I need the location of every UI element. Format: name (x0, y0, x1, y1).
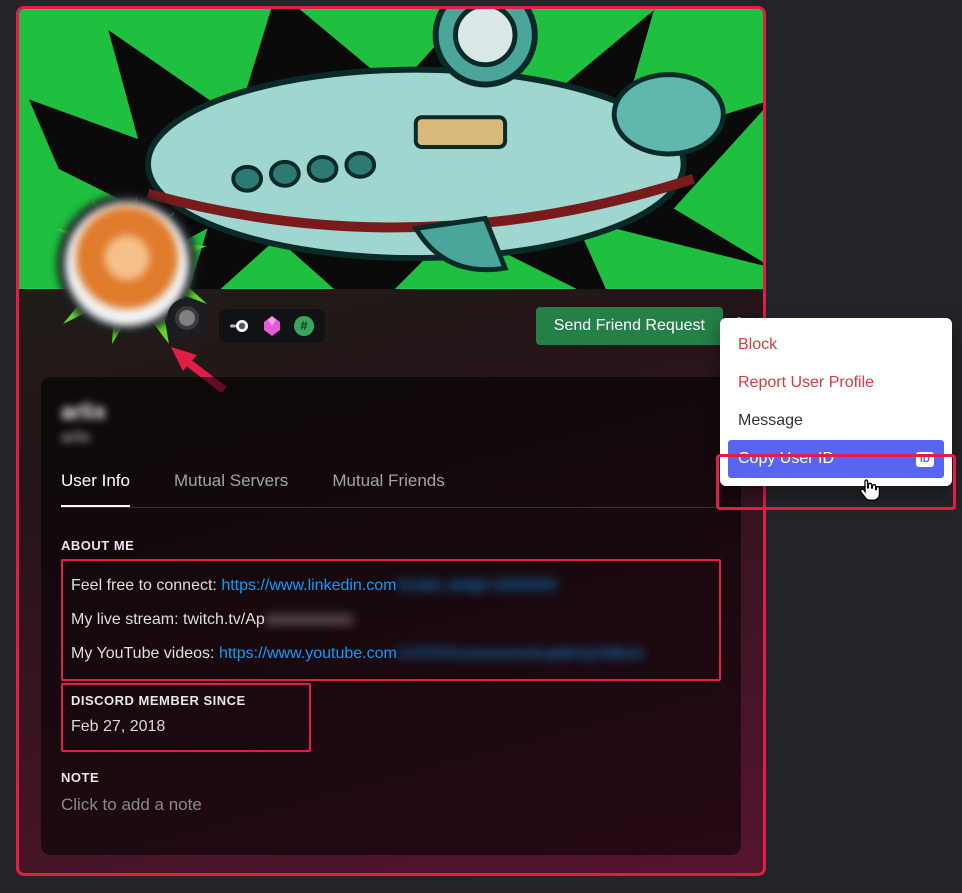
ctx-copy-user-id[interactable]: Copy User ID ID (728, 440, 944, 478)
about-line-youtube: My YouTube videos: https://www.youtube.c… (71, 645, 711, 663)
profile-tabs: User Info Mutual Servers Mutual Friends (61, 471, 721, 508)
about-me-section: Feel free to connect: https://www.linked… (61, 559, 721, 681)
ctx-block[interactable]: Block (728, 326, 944, 364)
profile-card: # Send Friend Request arlix arlix User I… (16, 6, 766, 876)
nitro-badge-icon (229, 315, 251, 337)
profile-body: arlix arlix User Info Mutual Servers Mut… (41, 377, 741, 855)
profile-badges: # (219, 309, 325, 343)
avatar-container (57, 194, 207, 344)
about-link-youtube[interactable]: https://www.youtube.com/c/XXXXxxxxxxxxxA… (219, 645, 644, 662)
status-indicator (167, 298, 207, 338)
ctx-report-user-profile[interactable]: Report User Profile (728, 364, 944, 402)
svg-text:#: # (300, 318, 308, 333)
about-line-twitch: My live stream: twitch.tv/Apxxxxxxxxxxx (71, 611, 711, 629)
boost-badge-icon (261, 315, 283, 337)
about-line-linkedin: Feel free to connect: https://www.linked… (71, 577, 711, 595)
tab-mutual-servers[interactable]: Mutual Servers (174, 471, 288, 507)
ctx-message[interactable]: Message (728, 402, 944, 440)
profile-header-row: # Send Friend Request (219, 299, 741, 353)
note-title: NOTE (61, 770, 721, 785)
tab-user-info[interactable]: User Info (61, 471, 130, 507)
originally-known-as-badge-icon: # (293, 315, 315, 337)
username: arlix (61, 429, 721, 447)
send-friend-request-button[interactable]: Send Friend Request (536, 307, 723, 345)
note-input[interactable]: Click to add a note (61, 795, 721, 815)
display-name: arlix (61, 399, 721, 425)
id-badge-icon: ID (916, 452, 934, 467)
context-menu: Block Report User Profile Message Copy U… (720, 318, 952, 486)
ctx-copy-user-id-label: Copy User ID (738, 450, 834, 468)
about-link-linkedin[interactable]: https://www.linkedin.com/in/abc-defgh-00… (221, 577, 556, 594)
about-me-title: ABOUT ME (61, 538, 721, 553)
tab-mutual-friends[interactable]: Mutual Friends (332, 471, 444, 507)
member-since-section: DISCORD MEMBER SINCE Feb 27, 2018 (61, 683, 311, 752)
member-since-title: DISCORD MEMBER SINCE (71, 693, 301, 708)
member-since-date: Feb 27, 2018 (71, 718, 301, 736)
